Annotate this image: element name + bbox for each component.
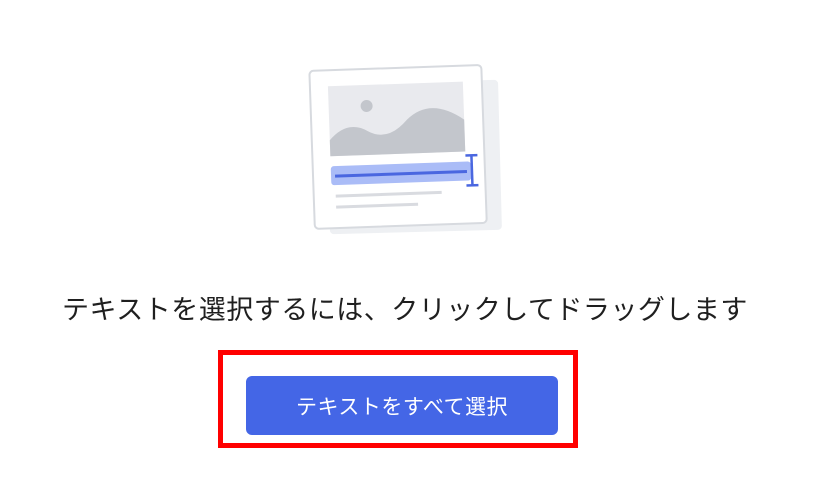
selection-instruction-text: テキストを選択するには、クリックしてドラッグします <box>62 295 748 326</box>
text-selection-illustration-icon <box>300 60 510 240</box>
text-selection-panel: テキストを選択するには、クリックしてドラッグします テキストをすべて選択 <box>0 0 830 487</box>
select-all-text-button[interactable]: テキストをすべて選択 <box>246 376 558 435</box>
